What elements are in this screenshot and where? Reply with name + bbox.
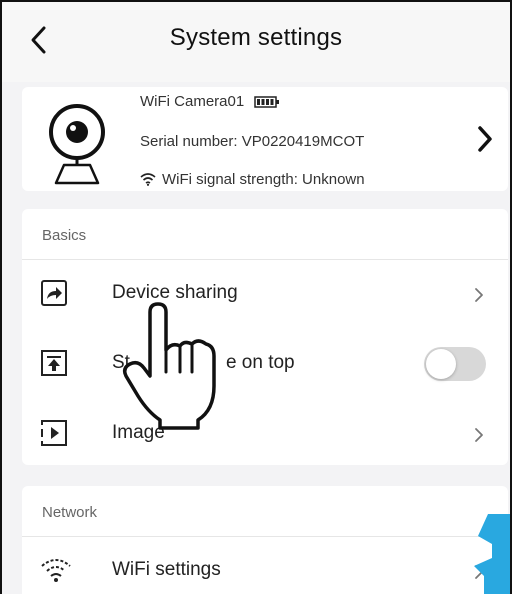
divider xyxy=(22,536,508,537)
top-bar: System settings xyxy=(2,2,510,82)
chevron-right-icon xyxy=(475,428,483,442)
toggle-knob xyxy=(426,349,456,379)
chevron-right-icon xyxy=(475,288,483,302)
row-label: WiFi settings xyxy=(112,559,221,580)
wifi-signal-status: WiFi signal strength: Unknown xyxy=(140,171,365,188)
battery-icon xyxy=(254,96,280,108)
serial-number: Serial number: VP0220419MCOT xyxy=(140,133,365,150)
camera-icon xyxy=(49,104,105,185)
wifi-signal-text: WiFi signal strength: Unknown xyxy=(162,171,365,188)
wifi-icon xyxy=(41,559,71,582)
row-label: Device sharing xyxy=(112,282,238,303)
row-device-sharing[interactable]: Device sharing xyxy=(22,265,508,325)
page-title: System settings xyxy=(169,24,343,51)
wifi-small-icon xyxy=(140,173,156,186)
device-info-card[interactable]: WiFi Camera01 Serial number: VP0220419MC… xyxy=(22,87,508,191)
pin-to-top-icon xyxy=(41,350,67,376)
device-name: WiFi Camera01 xyxy=(140,93,280,110)
play-box-icon xyxy=(41,420,67,446)
stick-on-top-toggle[interactable] xyxy=(424,347,486,381)
share-icon xyxy=(41,280,67,306)
row-image[interactable]: Image xyxy=(22,405,508,465)
blue-accent-shape xyxy=(474,514,510,594)
network-section: Network WiFi settings xyxy=(22,486,508,594)
divider xyxy=(22,259,508,260)
section-label-basics: Basics xyxy=(42,227,87,244)
section-label-network: Network xyxy=(42,504,98,521)
row-label-visible-end: e on top xyxy=(225,352,295,373)
basics-section: Basics Device sharing St e on top Image xyxy=(22,209,508,465)
chevron-right-icon xyxy=(478,126,492,152)
screen: System settings WiFi Camera01 Serial num… xyxy=(0,0,512,594)
row-wifi-settings[interactable]: WiFi settings xyxy=(22,542,508,594)
device-name-text: WiFi Camera01 xyxy=(140,93,245,110)
hand-pointer-icon xyxy=(122,302,216,430)
row-stick-on-top: St e on top xyxy=(22,335,508,395)
